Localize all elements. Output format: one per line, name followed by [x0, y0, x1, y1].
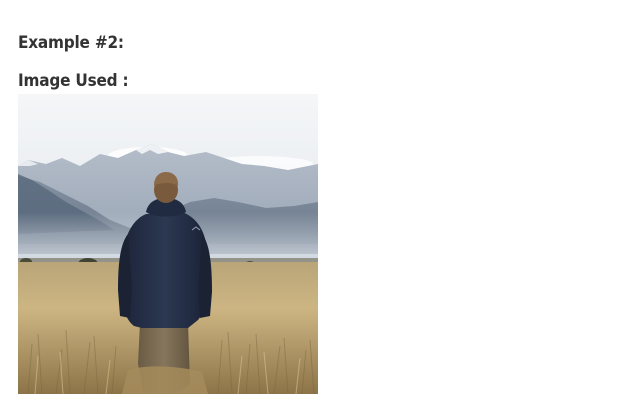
landscape-photo: [18, 94, 318, 394]
image-used-label: Image Used :: [18, 71, 129, 91]
example-heading: Example #2:: [18, 33, 124, 53]
jacket: [122, 212, 208, 328]
